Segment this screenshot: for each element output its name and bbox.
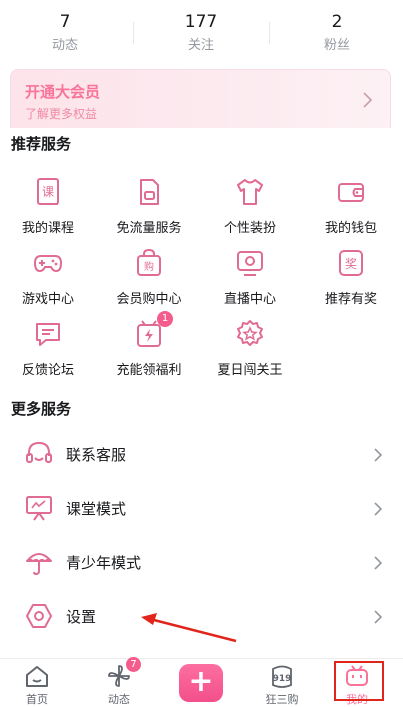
- service-label: 我的课程: [21, 221, 74, 236]
- row-label: 联系客服: [66, 446, 127, 464]
- service-label: 我的钱包: [324, 221, 377, 236]
- svg-text:课: 课: [42, 185, 54, 199]
- tab-label: 狂三购: [265, 693, 299, 706]
- tab-label: 动态: [108, 693, 130, 706]
- service-data-free[interactable]: 免流量服务: [101, 176, 197, 236]
- tab-home[interactable]: 首页: [0, 663, 77, 707]
- service-member-shop[interactable]: 购 会员购中心: [101, 247, 197, 307]
- chevron-right-icon: [374, 556, 383, 570]
- stat-posts-label: 动态: [51, 38, 78, 53]
- tab-dynamics[interactable]: 7 动态: [79, 657, 159, 707]
- stat-posts-value: 7: [59, 12, 71, 32]
- services-panel: 推荐服务 课 我的课程 免流量服务 个性装扮 我的钱包 游戏中心 购 会员购中心…: [0, 128, 403, 658]
- chevron-right-icon: [363, 92, 373, 108]
- service-label: 夏日闯关王: [217, 363, 283, 378]
- annotation-highlight-box: [334, 661, 384, 701]
- service-label: 免流量服务: [116, 221, 182, 236]
- service-label: 个性装扮: [223, 221, 276, 236]
- chevron-right-icon: [374, 448, 383, 462]
- divider: [133, 22, 134, 44]
- service-summer-challenge[interactable]: 夏日闯关王: [202, 318, 298, 378]
- service-label: 会员购中心: [116, 292, 182, 307]
- vip-banner[interactable]: 开通大会员 了解更多权益: [10, 69, 391, 133]
- service-label: 游戏中心: [21, 292, 74, 307]
- row-classroom-mode[interactable]: 课堂模式: [0, 482, 403, 536]
- svg-text:奖: 奖: [345, 257, 357, 271]
- chevron-right-icon: [374, 502, 383, 516]
- row-label: 课堂模式: [66, 500, 127, 518]
- vip-subtitle: 了解更多权益: [25, 107, 98, 121]
- stat-followers-value: 2: [331, 12, 343, 32]
- row-teen-mode[interactable]: 青少年模式: [0, 536, 403, 590]
- stat-followers[interactable]: 2 粉丝: [272, 10, 402, 56]
- divider: [269, 22, 270, 44]
- service-charge-benefits[interactable]: 1 充能领福利: [101, 311, 197, 378]
- service-feedback[interactable]: 反馈论坛: [0, 318, 96, 378]
- classroom-board-icon: [26, 496, 52, 521]
- umbrella-icon: [26, 553, 52, 576]
- stat-posts[interactable]: 7 动态: [0, 10, 130, 56]
- notification-badge: 7: [126, 657, 141, 672]
- wallet-icon: [335, 176, 367, 208]
- tshirt-icon: [234, 176, 266, 208]
- service-label: 反馈论坛: [21, 363, 74, 378]
- service-label: 充能领福利: [116, 363, 182, 378]
- gamepad-icon: [32, 247, 64, 279]
- chat-bubble-icon: [32, 318, 64, 350]
- service-wallet[interactable]: 我的钱包: [303, 176, 399, 236]
- row-label: 设置: [66, 608, 97, 626]
- service-dressup[interactable]: 个性装扮: [202, 176, 298, 236]
- home-icon: [24, 663, 50, 689]
- service-live-center[interactable]: 直播中心: [202, 247, 298, 307]
- svg-text:购: 购: [144, 260, 154, 273]
- gift-bolt-icon: 1: [133, 311, 173, 350]
- tab-label: 首页: [26, 693, 48, 706]
- svg-text:919: 919: [273, 674, 292, 684]
- stat-following-label: 关注: [187, 38, 214, 53]
- publish-plus-button[interactable]: +: [179, 664, 223, 702]
- stat-followers-label: 粉丝: [323, 38, 350, 53]
- chevron-right-icon: [374, 610, 383, 624]
- course-book-icon: 课: [32, 176, 64, 208]
- rosette-medal-icon: [234, 318, 266, 350]
- row-customer-service[interactable]: 联系客服: [0, 428, 403, 482]
- notification-badge: 1: [157, 311, 173, 327]
- reward-badge-icon: 奖: [335, 247, 367, 279]
- service-my-courses[interactable]: 课 我的课程: [0, 176, 96, 236]
- recommended-title: 推荐服务: [11, 135, 72, 153]
- stat-following-value: 177: [184, 12, 218, 32]
- sim-card-icon: [133, 176, 165, 208]
- row-settings[interactable]: 设置: [0, 590, 403, 644]
- pinwheel-icon: 7: [106, 657, 141, 689]
- shopping-bag-icon: 购: [133, 247, 165, 279]
- stat-following[interactable]: 177 关注: [136, 10, 266, 56]
- tab-shop[interactable]: 919 狂三购: [242, 663, 322, 707]
- more-services-title: 更多服务: [11, 400, 72, 418]
- service-game-center[interactable]: 游戏中心: [0, 247, 96, 307]
- live-tv-icon: [234, 247, 266, 279]
- vip-title: 开通大会员: [25, 83, 101, 101]
- stats-bar: 7 动态 177 关注 2 粉丝: [0, 0, 403, 62]
- service-referral[interactable]: 奖 推荐有奖: [303, 247, 399, 307]
- shop-919-icon: 919: [269, 663, 295, 689]
- row-label: 青少年模式: [66, 554, 142, 572]
- service-label: 直播中心: [223, 292, 276, 307]
- headset-icon: [26, 441, 52, 463]
- settings-hexagon-icon: [26, 604, 52, 628]
- service-label: 推荐有奖: [324, 292, 377, 307]
